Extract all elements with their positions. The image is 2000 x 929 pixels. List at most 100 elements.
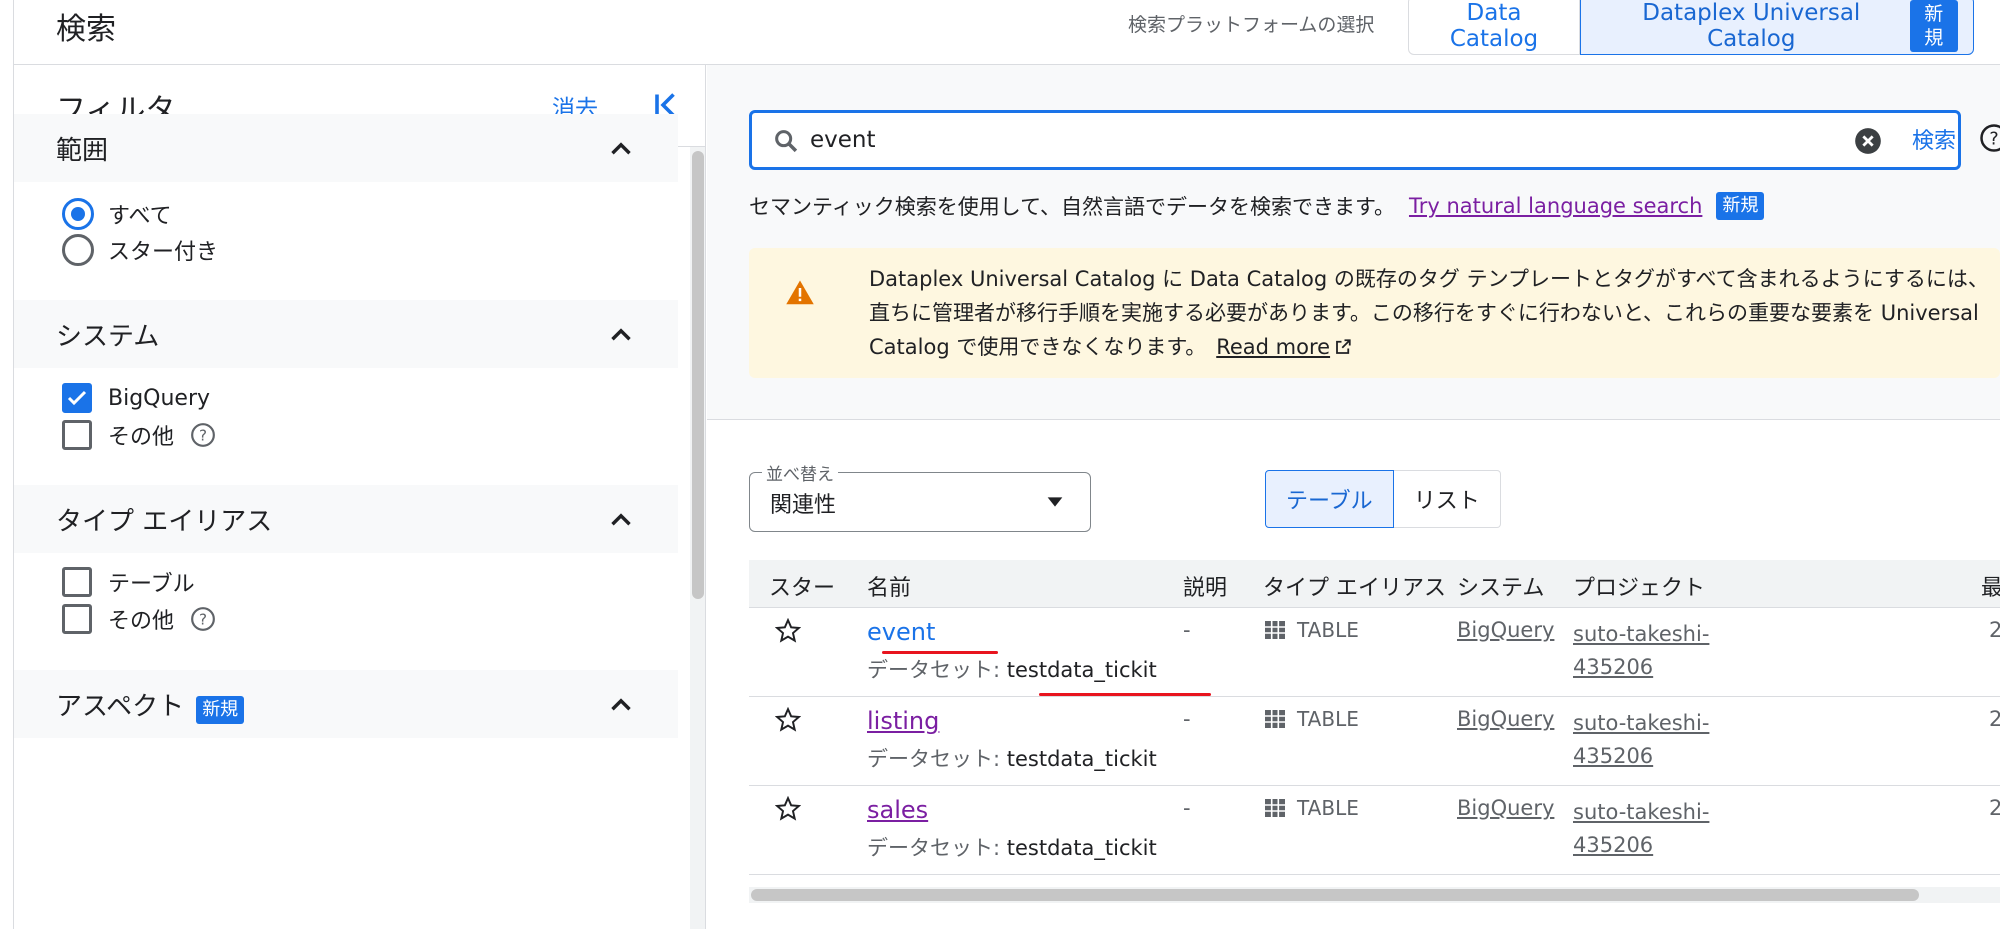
sort-select[interactable]: 並べ替え 関連性	[749, 460, 1091, 532]
description-cell: -	[1183, 618, 1191, 642]
type-cell: TABLE	[1263, 618, 1359, 642]
clear-search-icon[interactable]	[1854, 127, 1882, 155]
table-scrollbar-thumb[interactable]	[751, 889, 1919, 901]
filter-section-label: システム	[56, 322, 160, 352]
checkbox-bigquery[interactable]: BigQuery	[62, 380, 210, 416]
help-icon[interactable]: ?	[1979, 123, 2000, 153]
help-icon[interactable]: ?	[190, 422, 216, 448]
checkbox-label: BigQuery	[108, 385, 211, 411]
table-icon	[1265, 799, 1285, 817]
star-icon[interactable]	[775, 618, 801, 644]
project-line-1: suto-takeshi-	[1573, 800, 1710, 824]
result-name-link[interactable]: sales	[867, 796, 928, 824]
checkbox[interactable]	[62, 567, 92, 597]
project-line-2: 435206	[1573, 744, 1654, 768]
system-link[interactable]: BigQuery	[1457, 618, 1554, 642]
star-icon[interactable]	[775, 796, 801, 822]
dataset-value: testdata_tickit	[1006, 747, 1157, 771]
search-button[interactable]: 検索	[1912, 123, 1956, 155]
dataset-prefix: データセット:	[867, 747, 1007, 771]
project-link[interactable]: suto-takeshi- 435206	[1573, 796, 1733, 862]
column-header-star[interactable]: スター	[769, 570, 835, 602]
checkbox-table[interactable]: テーブル	[62, 564, 195, 600]
dataset-line: データセット: testdata_tickit	[867, 743, 1157, 773]
chevron-up-icon[interactable]	[604, 503, 638, 537]
filter-section-type-alias[interactable]: タイプ エイリアス	[14, 485, 678, 553]
chevron-up-icon[interactable]	[604, 318, 638, 352]
sort-label: 並べ替え	[762, 460, 838, 485]
radio-button[interactable]	[62, 234, 94, 266]
main-content: 検索 ? セマンティック検索を使用して、自然言語でデータを検索できます。 Try…	[707, 65, 2000, 929]
filter-section-label: アスペクト 新規	[56, 686, 245, 724]
checkbox-checked[interactable]	[62, 383, 92, 413]
table-row: listing データセット: testdata_tickit - TABLE …	[749, 697, 2000, 786]
column-header-type-alias[interactable]: タイプ エイリアス	[1263, 570, 1446, 602]
dataset-value: testdata_tickit	[1006, 836, 1157, 860]
checkbox-label: その他	[108, 425, 175, 450]
view-toggle: テーブル リスト	[1265, 470, 1501, 528]
radio-all[interactable]: すべて	[62, 196, 172, 232]
truncated-cell: 2	[1989, 796, 2000, 820]
read-more-link[interactable]: Read more	[1216, 335, 1352, 359]
system-link[interactable]: BigQuery	[1457, 796, 1554, 820]
natural-language-search-link[interactable]: Try natural language search	[1409, 194, 1702, 218]
column-header-name[interactable]: 名前	[867, 570, 911, 602]
dropdown-arrow-icon	[1047, 497, 1063, 507]
search-icon	[775, 130, 798, 153]
dataset-line: データセット: testdata_tickit	[867, 654, 1157, 684]
result-name-link[interactable]: listing	[867, 707, 939, 735]
results-table-header: スター 名前 説明 タイプ エイリアス システム プロジェクト 最	[749, 560, 2000, 608]
filter-scrollbar-thumb[interactable]	[692, 151, 704, 599]
radio-starred[interactable]: スター付き	[62, 232, 218, 268]
search-box[interactable]: 検索	[749, 110, 1961, 170]
view-table-button[interactable]: テーブル	[1265, 470, 1394, 528]
checkbox-label: その他	[108, 609, 175, 634]
svg-text:?: ?	[1989, 129, 1998, 149]
truncated-cell: 2	[1989, 618, 2000, 642]
filter-section-aspect[interactable]: アスペクト 新規	[14, 670, 678, 738]
chevron-up-icon[interactable]	[604, 132, 638, 166]
annotation-underline	[1039, 693, 1211, 696]
help-icon[interactable]: ?	[190, 606, 216, 632]
checkbox-type-other[interactable]: その他 ?	[62, 601, 216, 637]
dataset-prefix: データセット:	[867, 658, 1007, 682]
dataset-prefix: データセット:	[867, 836, 1007, 860]
project-link[interactable]: suto-takeshi- 435206	[1573, 707, 1733, 773]
column-header-system[interactable]: システム	[1457, 570, 1544, 602]
filter-section-label: 範囲	[56, 136, 109, 166]
column-header-truncated[interactable]: 最	[1981, 570, 2000, 602]
warning-text: Dataplex Universal Catalog に Data Catalo…	[869, 262, 1994, 364]
filter-section-scope[interactable]: 範囲	[14, 114, 678, 182]
table-icon	[1265, 710, 1285, 728]
chevron-up-icon[interactable]	[604, 688, 638, 722]
type-label: TABLE	[1297, 618, 1359, 642]
checkbox[interactable]	[62, 604, 92, 634]
platform-toggle: Data Catalog Dataplex Universal Catalog …	[1408, 0, 1974, 55]
column-header-project[interactable]: プロジェクト	[1573, 570, 1705, 602]
star-icon[interactable]	[775, 707, 801, 733]
radio-label: スター付き	[108, 240, 219, 265]
project-line-2: 435206	[1573, 833, 1654, 857]
checkbox-label: テーブル	[108, 572, 195, 597]
radio-label: すべて	[108, 204, 172, 229]
column-header-description[interactable]: 説明	[1183, 570, 1227, 602]
warning-icon	[786, 280, 814, 305]
platform-data-catalog-button[interactable]: Data Catalog	[1408, 0, 1580, 55]
checkbox[interactable]	[62, 420, 92, 450]
project-link[interactable]: suto-takeshi- 435206	[1573, 618, 1733, 684]
filter-section-aspect-label: アスペクト	[56, 692, 185, 722]
system-link[interactable]: BigQuery	[1457, 707, 1554, 731]
checkbox-system-other[interactable]: その他 ?	[62, 417, 216, 453]
result-name-link[interactable]: event	[867, 618, 935, 646]
semantic-search-text: セマンティック検索を使用して、自然言語でデータを検索できます。	[749, 195, 1395, 219]
project-line-1: suto-takeshi-	[1573, 711, 1710, 735]
search-input[interactable]	[810, 121, 1810, 159]
table-icon	[1265, 621, 1285, 639]
view-list-button[interactable]: リスト	[1393, 470, 1501, 528]
filter-section-system[interactable]: システム	[14, 300, 678, 368]
dataset-line: データセット: testdata_tickit	[867, 832, 1157, 862]
top-bar: 検索 検索プラットフォームの選択 Data Catalog Dataplex U…	[0, 0, 2000, 65]
left-rail	[0, 0, 14, 929]
radio-button-checked[interactable]	[62, 198, 94, 230]
platform-universal-catalog-button[interactable]: Dataplex Universal Catalog 新規	[1580, 0, 1974, 55]
